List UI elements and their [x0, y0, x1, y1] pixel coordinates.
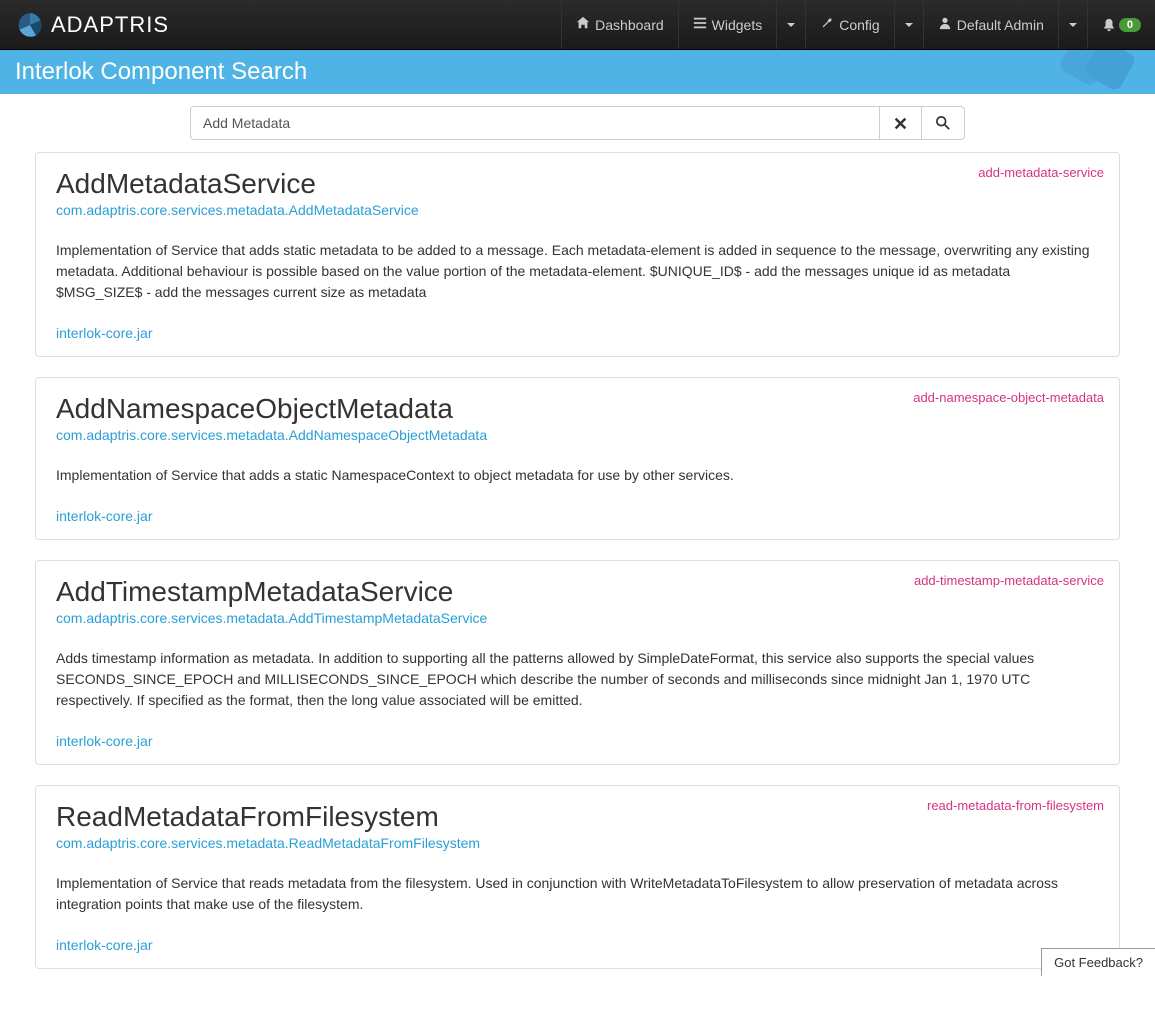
- result-jar[interactable]: interlok-core.jar: [56, 508, 152, 524]
- page-title: Interlok Component Search: [15, 58, 307, 85]
- nav-config-dropdown[interactable]: [894, 0, 923, 49]
- nav-dashboard-label: Dashboard: [595, 17, 664, 33]
- result-panel: add-timestamp-metadata-serviceAddTimesta…: [35, 560, 1120, 765]
- result-description: Implementation of Service that adds stat…: [56, 240, 1099, 303]
- nav-widgets[interactable]: Widgets: [678, 0, 777, 49]
- nav-widgets-dropdown[interactable]: [776, 0, 805, 49]
- nav-user-label: Default Admin: [957, 17, 1044, 33]
- header-decor-icon: [995, 50, 1135, 90]
- page-header: Interlok Component Search: [0, 50, 1155, 94]
- result-title: AddMetadataService: [56, 168, 1099, 200]
- result-description: Implementation of Service that adds a st…: [56, 465, 1099, 486]
- result-fqcn[interactable]: com.adaptris.core.services.metadata.Read…: [56, 835, 1099, 851]
- close-icon: [894, 117, 907, 130]
- result-jar[interactable]: interlok-core.jar: [56, 733, 152, 749]
- nav-right: Dashboard Widgets Config Default Admin 0: [561, 0, 1155, 49]
- search-row: [0, 94, 1155, 152]
- result-fqcn[interactable]: com.adaptris.core.services.metadata.AddT…: [56, 610, 1099, 626]
- brand-text: ADAPTRIS: [51, 12, 169, 38]
- search-input[interactable]: [190, 106, 880, 140]
- result-description: Adds timestamp information as metadata. …: [56, 648, 1099, 711]
- nav-config[interactable]: Config: [805, 0, 893, 49]
- nav-user[interactable]: Default Admin: [923, 0, 1058, 49]
- feedback-button[interactable]: Got Feedback?: [1041, 948, 1155, 976]
- result-tag[interactable]: read-metadata-from-filesystem: [927, 798, 1104, 813]
- bell-icon: [1102, 18, 1116, 32]
- result-jar[interactable]: interlok-core.jar: [56, 937, 152, 953]
- navbar: ADAPTRIS Dashboard Widgets Config: [0, 0, 1155, 50]
- chevron-down-icon: [787, 23, 795, 27]
- nav-widgets-label: Widgets: [712, 17, 763, 33]
- result-panel: add-namespace-object-metadataAddNamespac…: [35, 377, 1120, 540]
- search-button[interactable]: [922, 106, 965, 140]
- chevron-down-icon: [1069, 23, 1077, 27]
- result-tag[interactable]: add-metadata-service: [978, 165, 1104, 180]
- result-fqcn[interactable]: com.adaptris.core.services.metadata.AddN…: [56, 427, 1099, 443]
- result-tag[interactable]: add-timestamp-metadata-service: [914, 573, 1104, 588]
- brand[interactable]: ADAPTRIS: [0, 10, 184, 40]
- logo-icon: [15, 10, 45, 40]
- search-group: [190, 106, 965, 140]
- result-tag[interactable]: add-namespace-object-metadata: [913, 390, 1104, 405]
- user-icon: [938, 16, 952, 33]
- list-icon: [693, 16, 707, 33]
- result-description: Implementation of Service that reads met…: [56, 873, 1099, 915]
- chevron-down-icon: [905, 23, 913, 27]
- notif-badge: 0: [1119, 18, 1141, 32]
- feedback-label: Got Feedback?: [1054, 955, 1143, 970]
- results: add-metadata-serviceAddMetadataService co…: [0, 152, 1155, 1009]
- result-jar[interactable]: interlok-core.jar: [56, 325, 152, 341]
- search-icon: [936, 116, 950, 130]
- home-icon: [576, 16, 590, 33]
- result-panel: read-metadata-from-filesystemReadMetadat…: [35, 785, 1120, 969]
- nav-notifications[interactable]: 0: [1087, 0, 1155, 49]
- nav-dashboard[interactable]: Dashboard: [561, 0, 678, 49]
- nav-config-label: Config: [839, 17, 879, 33]
- result-fqcn[interactable]: com.adaptris.core.services.metadata.AddM…: [56, 202, 1099, 218]
- wrench-icon: [820, 16, 834, 33]
- result-panel: add-metadata-serviceAddMetadataService co…: [35, 152, 1120, 357]
- clear-button[interactable]: [880, 106, 922, 140]
- nav-user-dropdown[interactable]: [1058, 0, 1087, 49]
